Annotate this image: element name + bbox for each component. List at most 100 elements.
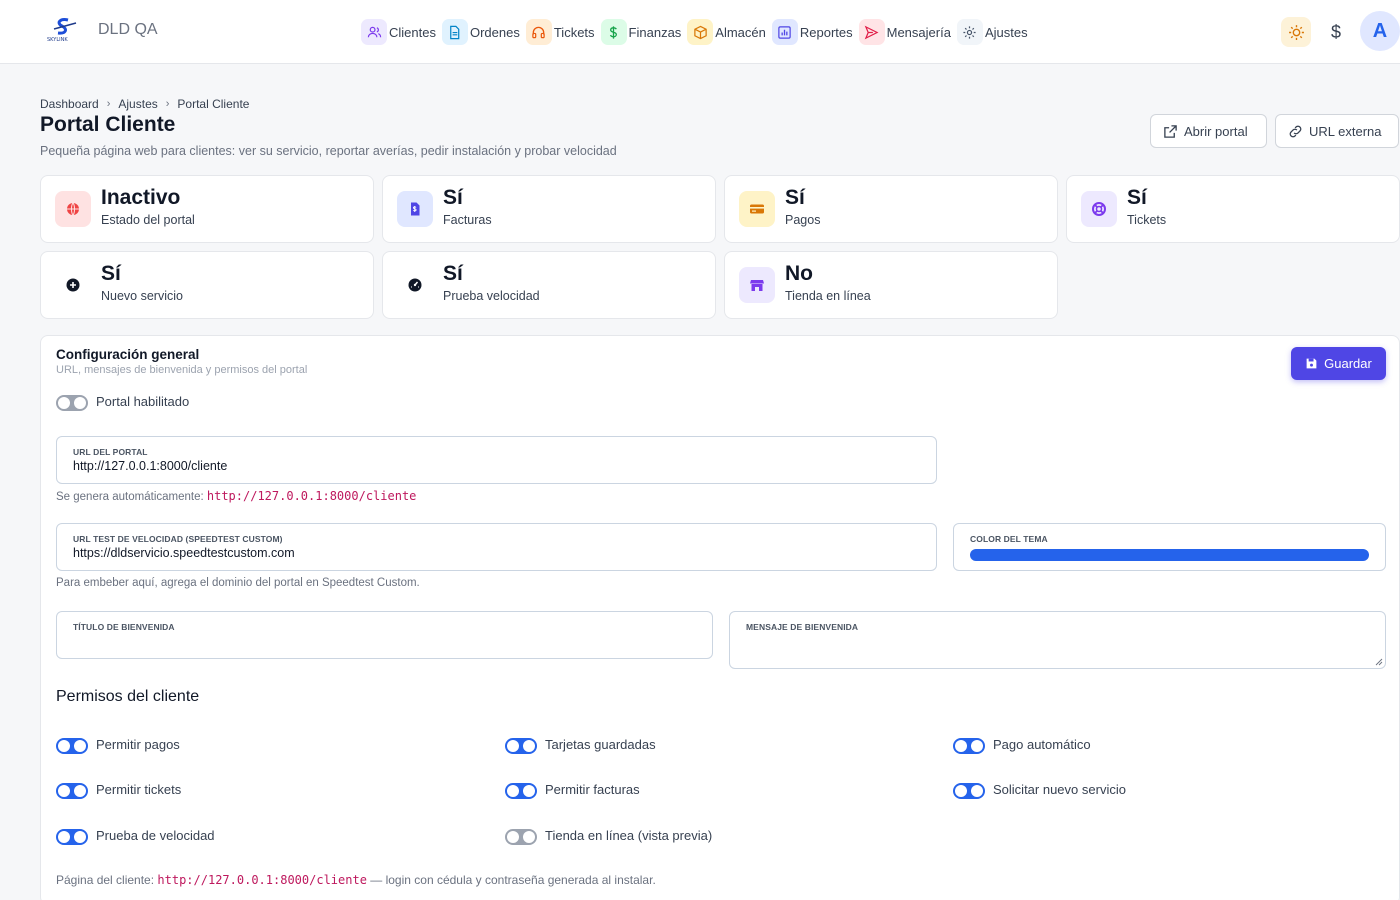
perm-toggle-prueba-velocidad[interactable] (56, 829, 88, 845)
users-icon (361, 19, 387, 45)
box-icon (687, 19, 714, 45)
external-link-icon (1164, 124, 1177, 138)
nav-finanzas[interactable]: Finanzas (600, 18, 681, 46)
perm-label: Prueba de velocidad (96, 828, 215, 843)
app-logo[interactable]: SKYLINK (46, 17, 82, 43)
perm-toggle-permitir-pagos[interactable] (56, 738, 88, 754)
stat-card-facturas: Sí Facturas (382, 175, 716, 243)
nav-label: Almacén (715, 24, 766, 40)
toggle-knob (971, 740, 983, 752)
external-url-label: URL externa (1309, 123, 1382, 139)
send-icon (858, 19, 885, 45)
perm-toggle-pago-automatico[interactable] (953, 738, 985, 754)
nav-clientes[interactable]: Clientes (361, 18, 436, 46)
invoice-icon (397, 191, 433, 227)
perm-toggle-tienda-en-linea[interactable] (505, 829, 537, 845)
chart-icon (771, 19, 798, 45)
theme-color-field[interactable]: COLOR DEL TEMA (953, 523, 1386, 571)
portal-url-field[interactable]: URL DEL PORTAL http://127.0.0.1:8000/cli… (56, 436, 937, 484)
toggle-knob (523, 831, 535, 843)
config-panel: Configuración general URL, mensajes de b… (40, 335, 1400, 900)
gear-icon (956, 19, 983, 45)
toggle-knob (507, 785, 519, 797)
speedtest-url-input[interactable]: https://dldservicio.speedtestcustom.com (73, 546, 295, 560)
breadcrumb-ajustes[interactable]: Ajustes (118, 97, 157, 111)
nav-reportes[interactable]: Reportes (771, 18, 853, 46)
toggle-knob (507, 831, 519, 843)
perm-label: Pago automático (993, 737, 1091, 752)
open-portal-button[interactable]: Abrir portal (1150, 114, 1267, 148)
app-title: DLD QA (98, 21, 158, 38)
stat-value: Sí (443, 262, 463, 285)
nav-label: Tickets (553, 24, 595, 40)
config-title: Configuración general (56, 347, 200, 362)
nav-ordenes[interactable]: Ordenes (441, 18, 520, 46)
breadcrumb-dashboard[interactable]: Dashboard (40, 97, 99, 111)
stat-label: Prueba velocidad (443, 289, 540, 303)
stat-value: Sí (785, 186, 805, 209)
toggle-knob (955, 785, 967, 797)
resize-handle-icon[interactable] (1375, 658, 1383, 666)
save-button[interactable]: Guardar (1291, 347, 1386, 380)
chevron-right-icon: › (165, 98, 170, 110)
theme-color-swatch[interactable] (970, 549, 1369, 561)
stat-label: Tienda en línea (785, 289, 871, 303)
portal-url-input[interactable]: http://127.0.0.1:8000/cliente (73, 459, 227, 473)
toggle-knob (58, 785, 70, 797)
breadcrumb-current: Portal Cliente (177, 97, 250, 111)
store-icon (739, 267, 775, 303)
document-icon (441, 19, 468, 45)
speedtest-url-field[interactable]: URL TEST DE VELOCIDAD (SPEEDTEST CUSTOM)… (56, 523, 937, 571)
nav-tickets[interactable]: Tickets (525, 18, 595, 46)
toggle-knob (58, 740, 70, 752)
perm-toggle-permitir-tickets[interactable] (56, 783, 88, 799)
perm-toggle-solicitar-nuevo-servicio[interactable] (953, 783, 985, 799)
avatar[interactable]: A (1360, 11, 1400, 51)
field-label: TÍTULO DE BIENVENIDA (73, 622, 175, 632)
field-label: URL TEST DE VELOCIDAD (SPEEDTEST CUSTOM) (73, 534, 283, 544)
sun-icon[interactable] (1281, 17, 1311, 47)
toggle-knob (523, 785, 535, 797)
perm-label: Tienda en línea (vista previa) (545, 828, 713, 843)
toggle-knob (971, 785, 983, 797)
toggle-knob (523, 740, 535, 752)
page-title: Portal Cliente (40, 113, 176, 136)
stat-label: Nuevo servicio (101, 289, 183, 303)
globe-icon (55, 191, 91, 227)
portal-enabled-toggle[interactable] (56, 395, 88, 411)
main-nav: Clientes Ordenes Tickets Finanzas Almacé… (361, 18, 1034, 46)
perm-toggle-permitir-facturas[interactable] (505, 783, 537, 799)
welcome-message-field[interactable]: MENSAJE DE BIENVENIDA (729, 611, 1386, 669)
stat-card-portal-status: Inactivo Estado del portal (40, 175, 374, 243)
top-bar: SKYLINK DLD QA Clientes Ordenes Tickets (0, 0, 1400, 64)
svg-text:SKYLINK: SKYLINK (47, 37, 68, 43)
welcome-title-field[interactable]: TÍTULO DE BIENVENIDA (56, 611, 713, 659)
nav-ajustes[interactable]: Ajustes (956, 18, 1028, 46)
toggle-knob (58, 397, 70, 409)
stat-label: Tickets (1127, 213, 1167, 227)
field-label: MENSAJE DE BIENVENIDA (746, 622, 859, 632)
speedtest-helper: Para embeber aquí, agrega el dominio del… (56, 577, 420, 589)
nav-label: Clientes (389, 24, 436, 40)
external-url-button[interactable]: URL externa (1275, 114, 1399, 148)
field-label: URL DEL PORTAL (73, 447, 148, 457)
perm-toggle-tarjetas-guardadas[interactable] (505, 738, 537, 754)
speedometer-icon (397, 267, 433, 303)
nav-label: Ordenes (469, 24, 520, 40)
nav-almacen[interactable]: Almacén (687, 18, 766, 46)
nav-mensajeria[interactable]: Mensajería (858, 18, 951, 46)
helper-code: http://127.0.0.1:8000/cliente (206, 489, 417, 503)
config-subtitle: URL, mensajes de bienvenida y permisos d… (56, 364, 308, 376)
portal-url-helper: Se genera automáticamente: http://127.0.… (56, 489, 416, 503)
headset-icon (525, 19, 552, 45)
footer-code: http://127.0.0.1:8000/cliente (157, 873, 367, 887)
link-icon (1289, 125, 1302, 137)
currency-button[interactable]: $ (1322, 17, 1350, 47)
stat-value: Inactivo (101, 186, 181, 209)
credit-card-icon (739, 191, 775, 227)
toggle-knob (74, 785, 86, 797)
perm-label: Permitir pagos (96, 737, 180, 752)
footer-prefix: Página del cliente: (56, 873, 158, 887)
perm-label: Permitir tickets (96, 782, 182, 797)
toggle-knob (74, 831, 86, 843)
